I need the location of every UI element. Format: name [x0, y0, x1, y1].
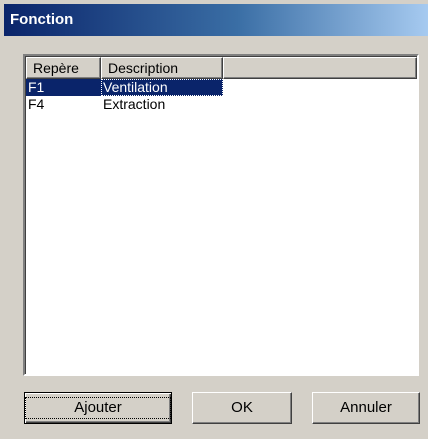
ok-button[interactable]: OK	[192, 392, 292, 424]
list-rows: F1 Ventilation F4 Extraction	[26, 79, 417, 113]
list-item-code: F4	[28, 96, 45, 112]
list-item-code: F1	[26, 79, 101, 96]
column-header-repere[interactable]: Repère	[26, 57, 101, 79]
cancel-button[interactable]: Annuler	[312, 392, 420, 424]
function-list[interactable]: Repère Description F1 Ventilation F4 Ext…	[23, 54, 419, 376]
dialog-window: Fonction Repère Description F1 Ventilati…	[0, 0, 428, 439]
add-button-label: Ajouter	[25, 397, 171, 419]
list-item[interactable]: F4 Extraction	[26, 96, 417, 113]
column-header-description[interactable]: Description	[101, 57, 223, 79]
list-item-description: Ventilation	[101, 79, 223, 96]
add-button[interactable]: Ajouter	[24, 392, 172, 424]
column-header-empty[interactable]	[223, 57, 417, 79]
dialog-client-area: Repère Description F1 Ventilation F4 Ext…	[4, 36, 428, 439]
window-title[interactable]: Fonction	[4, 4, 428, 36]
list-item-description: Extraction	[103, 96, 166, 112]
list-header: Repère Description	[26, 57, 417, 79]
list-item[interactable]: F1 Ventilation	[26, 79, 417, 96]
